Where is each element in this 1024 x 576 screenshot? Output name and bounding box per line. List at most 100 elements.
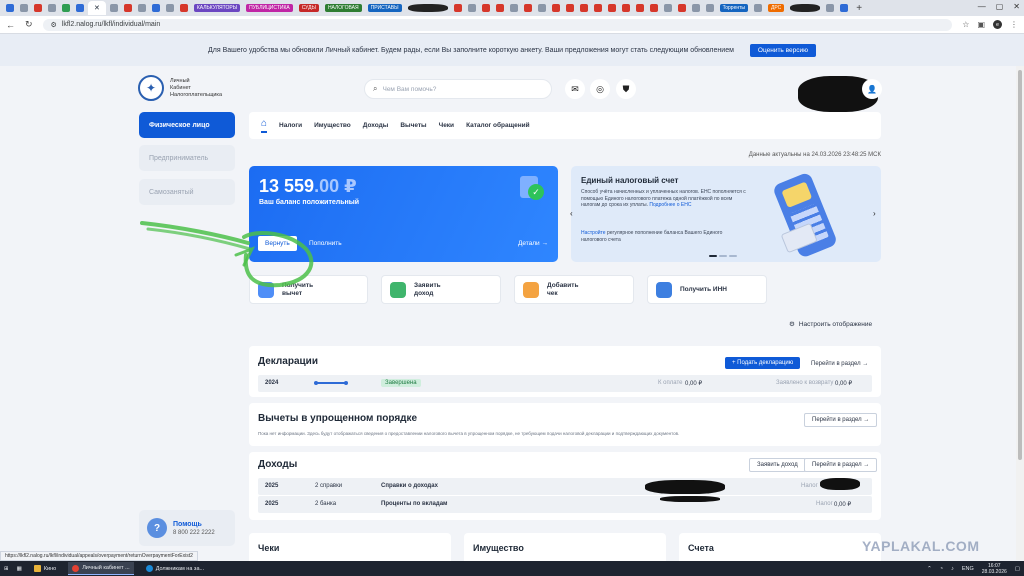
profile-icon[interactable]: e xyxy=(993,20,1002,29)
customize-display-link[interactable]: ⚙ Настроить отображение xyxy=(789,320,872,329)
tab-favicon[interactable] xyxy=(48,4,56,12)
tab-favicon[interactable] xyxy=(840,4,849,12)
declarations-goto-button[interactable]: Перейти в раздел → xyxy=(803,357,877,371)
nav-appeals-catalog[interactable]: Каталог обращений xyxy=(466,122,530,129)
scrollbar-thumb[interactable] xyxy=(1018,70,1022,460)
hide-eye-icon[interactable]: ◎ xyxy=(590,79,610,99)
sidebar-item-self-employed[interactable]: Самозанятый xyxy=(139,179,235,205)
bookmark-drs[interactable]: ДРС xyxy=(768,4,785,12)
tab-favicon[interactable] xyxy=(151,4,160,12)
nav-receipts[interactable]: Чеки xyxy=(439,122,454,129)
home-icon[interactable]: ⌂ xyxy=(261,118,268,133)
shield-icon[interactable]: ⛊ xyxy=(616,79,636,99)
url-field[interactable]: ⚙ lkfl2.nalog.ru/lkfl/individual/main xyxy=(42,18,953,31)
tab-favicon[interactable] xyxy=(495,4,504,12)
ens-setup-link[interactable]: Настройте xyxy=(581,230,606,236)
accounts-card[interactable]: Счета xyxy=(679,533,881,563)
bookmark-publicism[interactable]: ПУБЛИЦИСТИКА xyxy=(246,4,293,12)
extensions-icon[interactable]: ▣ xyxy=(977,20,985,29)
site-info-icon[interactable]: ⚙ xyxy=(51,21,57,29)
taskbar-item-browser[interactable]: Личный кабинет ... xyxy=(68,562,134,575)
help-card[interactable]: ? Помощь 8 800 222 2222 xyxy=(139,510,235,546)
tab-favicon[interactable] xyxy=(34,4,42,12)
tab-favicon[interactable] xyxy=(705,4,714,12)
tab-favicon[interactable] xyxy=(62,4,70,12)
nav-property[interactable]: Имущество xyxy=(314,122,351,129)
declare-income-section-button[interactable]: Заявить доход xyxy=(749,458,806,472)
sidebar-item-entrepreneur[interactable]: Предприниматель xyxy=(139,145,235,171)
declare-income-button[interactable]: Заявить доход xyxy=(381,275,501,304)
notifications-icon[interactable]: ▢ xyxy=(1015,566,1020,572)
carousel-prev-icon[interactable]: ‹ xyxy=(570,209,573,218)
nav-income[interactable]: Доходы xyxy=(363,122,389,129)
nav-taxes[interactable]: Налоги xyxy=(279,122,302,129)
ens-more-link[interactable]: Подробнее о ЕНС xyxy=(649,202,691,208)
clock[interactable]: 16:07 28.03.2026 xyxy=(982,563,1007,575)
close-window-icon[interactable]: ✕ xyxy=(1013,2,1020,11)
add-receipt-button[interactable]: Добавить чек xyxy=(514,275,634,304)
tab-favicon[interactable] xyxy=(663,4,672,12)
volume-icon[interactable]: ♪ xyxy=(951,566,954,572)
site-logo[interactable]: ✦ Личный Кабинет Налогоплательщика xyxy=(138,75,222,101)
tab-favicon[interactable] xyxy=(607,4,616,12)
search-input[interactable]: ⌕ Чем Вам помочь? xyxy=(364,79,552,99)
browser-menu-icon[interactable]: ⋮ xyxy=(1010,20,1018,29)
tab-favicon[interactable] xyxy=(537,4,546,12)
tab-favicon[interactable] xyxy=(551,4,560,12)
tab-favicon[interactable] xyxy=(826,4,835,12)
sidebar-item-individual[interactable]: Физическое лицо xyxy=(139,112,235,138)
new-tab-plus-icon[interactable]: + xyxy=(856,3,862,14)
tab-favicon[interactable] xyxy=(691,4,700,12)
income-goto-button[interactable]: Перейти в раздел → xyxy=(804,458,878,472)
user-icon[interactable]: 👤 xyxy=(862,79,882,99)
tab-favicon[interactable] xyxy=(481,4,490,12)
nav-deductions[interactable]: Вычеты xyxy=(400,122,426,129)
tab-favicon[interactable] xyxy=(677,4,686,12)
receipts-card[interactable]: Чеки xyxy=(249,533,451,563)
carousel-dots[interactable] xyxy=(709,255,737,257)
mail-icon[interactable]: ✉ xyxy=(565,79,585,99)
tab-favicon[interactable] xyxy=(621,4,630,12)
tab-favicon[interactable] xyxy=(179,4,188,12)
start-icon[interactable]: ⊞ xyxy=(4,566,9,572)
declaration-row[interactable]: 2024 Завершена К оплате 0,00 ₽ Заявлено … xyxy=(258,375,872,392)
language-indicator[interactable]: ENG xyxy=(962,566,974,572)
tab-favicon[interactable] xyxy=(6,4,14,12)
tab-favicon[interactable] xyxy=(109,4,118,12)
network-icon[interactable]: ◔ xyxy=(940,566,943,572)
page-scrollbar[interactable] xyxy=(1016,66,1024,560)
get-inn-button[interactable]: Получить ИНН xyxy=(647,275,767,304)
tray-chevron-icon[interactable]: ⌃ xyxy=(927,566,932,572)
reload-icon[interactable]: ↻ xyxy=(25,19,33,30)
back-arrow-icon[interactable]: ← xyxy=(6,20,15,30)
tab-favicon[interactable] xyxy=(593,4,602,12)
bookmark-star-icon[interactable]: ☆ xyxy=(962,20,969,29)
deductions-goto-button[interactable]: Перейти в раздел → xyxy=(804,413,878,427)
get-deduction-button[interactable]: Получить вычет xyxy=(249,275,368,304)
bookmark-calculators[interactable]: КАЛЬКУЛЯТОРЫ xyxy=(193,4,241,12)
bookmark-bailiffs[interactable]: ПРИСТАВЫ xyxy=(367,4,402,12)
tab-favicon[interactable] xyxy=(649,4,658,12)
details-link[interactable]: Детали → xyxy=(518,240,548,247)
carousel-next-icon[interactable]: › xyxy=(873,209,876,218)
bookmark-torrents[interactable]: Торренты xyxy=(719,4,748,12)
minimize-icon[interactable]: — xyxy=(978,2,986,11)
bookmark-courts[interactable]: СУДЫ xyxy=(298,4,319,12)
active-tab-close-icon[interactable]: ✕ xyxy=(94,4,100,12)
tab-favicon[interactable] xyxy=(137,4,146,12)
tab-favicon[interactable] xyxy=(165,4,174,12)
return-button[interactable]: Вернуть xyxy=(258,236,297,251)
topup-button[interactable]: Пополнить xyxy=(309,240,342,247)
tab-favicon[interactable] xyxy=(579,4,588,12)
tab-favicon[interactable] xyxy=(635,4,644,12)
tab-favicon[interactable] xyxy=(453,4,462,12)
taskbar-item-document[interactable]: Должникам на за... xyxy=(142,562,208,575)
submit-declaration-button[interactable]: + Подать декларацию xyxy=(725,357,801,369)
tab-favicon[interactable] xyxy=(523,4,532,12)
tab-favicon[interactable] xyxy=(20,4,28,12)
tab-favicon[interactable] xyxy=(76,4,84,12)
tab-favicon[interactable] xyxy=(123,4,132,12)
calculator-icon[interactable]: ▦ xyxy=(17,566,22,572)
taskbar-item-kino[interactable]: Кино xyxy=(30,562,60,575)
maximize-icon[interactable]: ▢ xyxy=(996,2,1004,11)
